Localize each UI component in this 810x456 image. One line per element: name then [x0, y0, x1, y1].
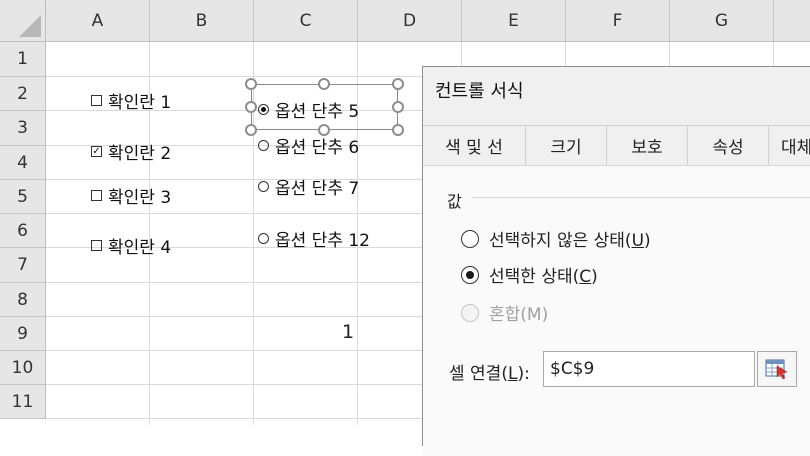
- select-all-corner[interactable]: [0, 0, 46, 42]
- option-radio[interactable]: [258, 233, 269, 244]
- option-button-12[interactable]: 옵션 단추 12: [258, 226, 370, 251]
- dialog-tabs: 색 및 선 크기 보호 속성 대체: [423, 125, 810, 165]
- control-tab-panel: 값 선택하지 않은 상태(U) 선택한 상태(C) 혼합(M) 셀 연결(L):…: [423, 165, 810, 456]
- column-header-a[interactable]: A: [46, 0, 150, 42]
- radio-mixed: 혼합(M): [461, 300, 548, 325]
- checkbox-2[interactable]: ✓ 확인란 2: [91, 139, 171, 164]
- row-header-9[interactable]: 9: [0, 317, 46, 351]
- checkbox-1[interactable]: 확인란 1: [91, 88, 171, 113]
- cell-link-label: 셀 연결(L):: [449, 364, 530, 384]
- checkbox-label: 확인란 4: [108, 238, 172, 258]
- checkbox-box-checked[interactable]: ✓: [91, 146, 102, 157]
- option-label: 옵션 단추 6: [275, 138, 360, 158]
- row-header-1[interactable]: 1: [0, 42, 46, 77]
- select-all-triangle-icon: [19, 15, 41, 37]
- radio-mixed-indicator: [461, 303, 479, 322]
- radio-unchecked-label: 선택하지 않은 상태(U): [489, 231, 651, 251]
- row-header-2[interactable]: 2: [0, 77, 46, 111]
- radio-unchecked[interactable]: 선택하지 않은 상태(U): [461, 226, 651, 251]
- checkbox-label: 확인란 2: [108, 144, 172, 164]
- row-header-11[interactable]: 11: [0, 385, 46, 419]
- option-label: 옵션 단추 7: [275, 179, 360, 199]
- value-group-label: 값: [447, 192, 462, 211]
- range-select-button[interactable]: [757, 351, 797, 387]
- option-label: 옵션 단추 12: [275, 231, 370, 251]
- tab-alt-text[interactable]: 대체: [769, 125, 810, 165]
- group-divider: [471, 197, 810, 198]
- checkbox-label: 확인란 3: [108, 188, 172, 208]
- range-select-icon: [765, 359, 788, 380]
- row-header-3[interactable]: 3: [0, 111, 46, 146]
- column-header-e[interactable]: E: [462, 0, 566, 42]
- format-control-dialog[interactable]: 컨트롤 서식 색 및 선 크기 보호 속성 대체 값 선택하지 않은 상태(U)…: [422, 66, 810, 456]
- column-header-g[interactable]: G: [670, 0, 774, 42]
- radio-checked-label: 선택한 상태(C): [489, 267, 598, 287]
- radio-mixed-label: 혼합(M): [489, 305, 549, 325]
- resize-handle-bottom[interactable]: [318, 124, 330, 136]
- tab-protection[interactable]: 보호: [607, 125, 688, 165]
- radio-checked[interactable]: 선택한 상태(C): [461, 262, 598, 287]
- column-header-h[interactable]: [774, 0, 810, 42]
- checkbox-4[interactable]: 확인란 4: [91, 233, 171, 258]
- row-header-7[interactable]: 7: [0, 248, 46, 283]
- tab-properties[interactable]: 속성: [688, 125, 769, 165]
- row-header-6[interactable]: 6: [0, 214, 46, 248]
- row-header-5[interactable]: 5: [0, 180, 46, 214]
- row-header-4[interactable]: 4: [0, 146, 46, 180]
- column-header-c[interactable]: C: [254, 0, 358, 42]
- resize-handle-left[interactable]: [245, 101, 257, 113]
- column-header-d[interactable]: D: [358, 0, 462, 42]
- checkbox-box[interactable]: [91, 190, 102, 201]
- checkbox-box[interactable]: [91, 240, 102, 251]
- column-header-b[interactable]: B: [150, 0, 254, 42]
- checkbox-3[interactable]: 확인란 3: [91, 183, 171, 208]
- radio-checked-indicator[interactable]: [461, 265, 479, 284]
- tab-size[interactable]: 크기: [526, 125, 607, 165]
- resize-handle-right[interactable]: [392, 101, 404, 113]
- cell-c9-value[interactable]: 1: [342, 321, 354, 343]
- resize-handle-top-right[interactable]: [392, 78, 404, 90]
- resize-handle-bottom-left[interactable]: [245, 124, 257, 136]
- dialog-title: 컨트롤 서식: [435, 81, 524, 102]
- checkbox-box[interactable]: [91, 95, 102, 106]
- option-button-6[interactable]: 옵션 단추 6: [258, 133, 359, 158]
- row-header-8[interactable]: 8: [0, 283, 46, 317]
- resize-handle-top[interactable]: [318, 78, 330, 90]
- option-radio[interactable]: [258, 140, 269, 151]
- option-radio[interactable]: [258, 181, 269, 192]
- radio-unchecked-indicator[interactable]: [461, 229, 479, 248]
- cell-link-input[interactable]: $C$9: [543, 351, 755, 387]
- tab-colors-lines[interactable]: 색 및 선: [423, 125, 526, 165]
- resize-handle-top-left[interactable]: [245, 78, 257, 90]
- column-header-f[interactable]: F: [566, 0, 670, 42]
- checkbox-label: 확인란 1: [108, 93, 172, 113]
- resize-handle-bottom-right[interactable]: [392, 124, 404, 136]
- row-header-10[interactable]: 10: [0, 351, 46, 385]
- option-button-7[interactable]: 옵션 단추 7: [258, 174, 359, 199]
